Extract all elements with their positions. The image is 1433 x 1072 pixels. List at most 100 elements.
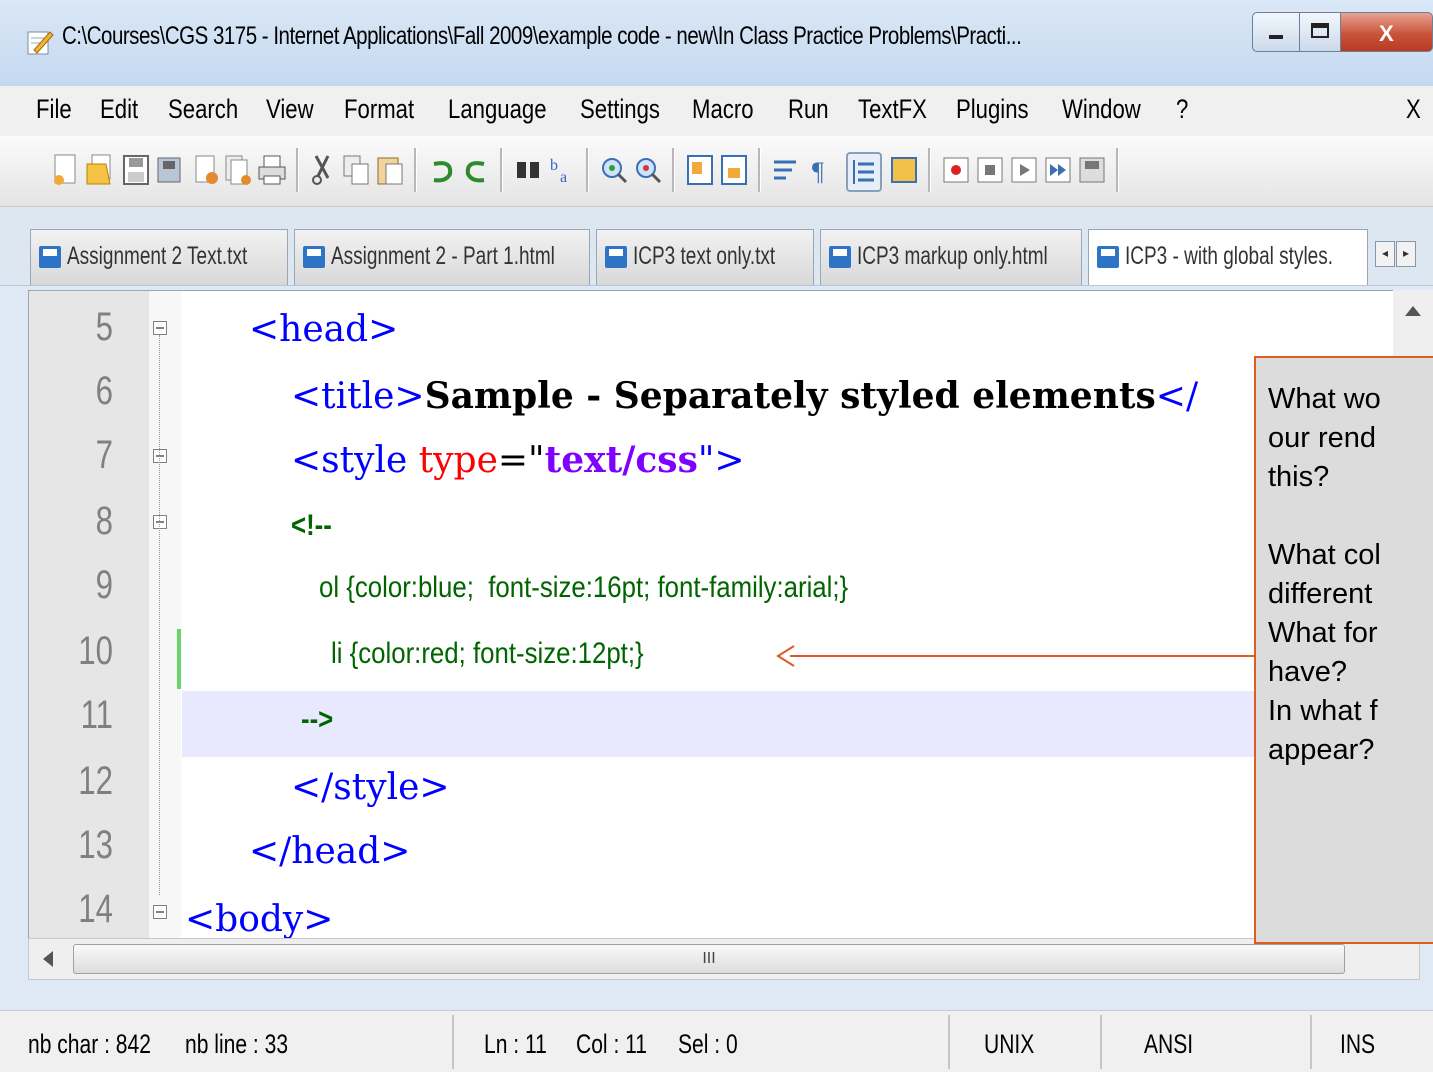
svg-text:X: X xyxy=(1379,21,1394,46)
code-line-10: li {color:red; font-size:12pt;} xyxy=(331,637,644,670)
tab-assignment-2-text[interactable]: Assignment 2 Text.txt xyxy=(30,229,288,285)
tab-scroll-right-button[interactable]: ▸ xyxy=(1396,241,1416,267)
menu-window[interactable]: Window xyxy=(1062,94,1141,125)
show-all-chars-icon[interactable]: ¶ xyxy=(804,152,836,188)
status-insert-mode: INS xyxy=(1340,1029,1376,1059)
arrowhead-icon xyxy=(776,645,795,667)
tab-icp3-markup-only[interactable]: ICP3 markup only.html xyxy=(820,229,1082,285)
file-saved-icon xyxy=(1097,246,1119,268)
fold-toggle-icon[interactable] xyxy=(153,905,167,919)
play-macro-icon[interactable] xyxy=(1008,152,1040,188)
paste-icon[interactable] xyxy=(374,152,406,188)
user-defined-lang-icon[interactable] xyxy=(888,152,920,188)
svg-text:¶: ¶ xyxy=(812,157,824,186)
close-button[interactable]: X xyxy=(1340,12,1433,52)
toolbar: ba ¶ xyxy=(0,136,1433,207)
status-selection: Sel : 0 xyxy=(678,1029,738,1059)
code-line-9: ol {color:blue; font-size:16pt; font-fam… xyxy=(319,571,849,604)
callout-arrow xyxy=(790,655,1256,657)
open-file-icon[interactable] xyxy=(84,152,116,188)
code-line-8: <!-- xyxy=(291,509,332,542)
code-line-11: --> xyxy=(301,703,334,736)
toolbar-separator xyxy=(672,148,675,192)
save-macro-icon[interactable] xyxy=(1076,152,1108,188)
code-editor[interactable]: 5 6 7 8 9 10 11 12 13 14 <head> <title>S… xyxy=(28,290,1420,940)
line-number: 5 xyxy=(95,305,113,349)
toolbar-separator xyxy=(414,148,417,192)
copy-icon[interactable] xyxy=(340,152,372,188)
menu-edit[interactable]: Edit xyxy=(100,94,138,125)
code-line-6: <title>Sample - Separately styled elemen… xyxy=(291,375,1199,417)
tab-assignment-2-part-1[interactable]: Assignment 2 - Part 1.html xyxy=(294,229,590,285)
code-line-7: <style type="text/css"> xyxy=(291,439,745,481)
line-number: 6 xyxy=(95,369,113,413)
tab-icp3-text-only[interactable]: ICP3 text only.txt xyxy=(596,229,814,285)
menu-plugins[interactable]: Plugins xyxy=(956,94,1029,125)
maximize-button[interactable] xyxy=(1299,12,1341,52)
scroll-left-arrow-icon[interactable] xyxy=(37,947,61,971)
toolbar-separator xyxy=(500,148,503,192)
cut-icon[interactable] xyxy=(306,152,338,188)
title-bar[interactable]: C:\Courses\CGS 3175 - Internet Applicati… xyxy=(0,0,1433,87)
status-eol-format: UNIX xyxy=(984,1029,1035,1059)
zoom-out-icon[interactable] xyxy=(632,152,664,188)
menu-settings[interactable]: Settings xyxy=(580,94,660,125)
toolbar-separator xyxy=(296,148,299,192)
scroll-up-arrow-icon[interactable] xyxy=(1393,290,1433,330)
save-all-icon[interactable] xyxy=(154,152,186,188)
close-document-button[interactable]: X xyxy=(1406,94,1421,125)
status-separator xyxy=(452,1015,454,1069)
notepadpp-window: C:\Courses\CGS 3175 - Internet Applicati… xyxy=(0,0,1433,1072)
fold-line xyxy=(159,335,161,895)
line-number: 14 xyxy=(78,887,113,931)
redo-icon[interactable] xyxy=(460,152,492,188)
file-saved-icon xyxy=(605,246,627,268)
menu-language[interactable]: Language xyxy=(448,94,547,125)
code-line-5: <head> xyxy=(249,309,399,350)
tab-icp3-with-global-styles[interactable]: ICP3 - with global styles. xyxy=(1088,229,1368,285)
menu-help[interactable]: ? xyxy=(1176,94,1188,125)
svg-text:a: a xyxy=(560,169,567,186)
line-number: 9 xyxy=(95,563,113,607)
menu-view[interactable]: View xyxy=(266,94,314,125)
menu-file[interactable]: File xyxy=(36,94,72,125)
undo-icon[interactable] xyxy=(426,152,458,188)
sync-vertical-icon[interactable] xyxy=(684,152,716,188)
zoom-in-icon[interactable] xyxy=(598,152,630,188)
callout-text: What wo our rend this? What col differen… xyxy=(1268,383,1381,766)
tab-scroll-left-button[interactable]: ◂ xyxy=(1375,241,1395,267)
menu-bar: File Edit Search View Format Language Se… xyxy=(0,86,1433,137)
word-wrap-icon[interactable] xyxy=(770,152,802,188)
menu-format[interactable]: Format xyxy=(344,94,414,125)
maximize-icon xyxy=(1311,23,1329,38)
close-file-icon[interactable] xyxy=(190,152,222,188)
status-bar: nb char : 842 nb line : 33 Ln : 11 Col :… xyxy=(0,1010,1433,1072)
minimize-button[interactable] xyxy=(1252,12,1300,52)
status-separator xyxy=(1310,1015,1312,1069)
find-icon[interactable] xyxy=(512,152,544,188)
stop-macro-icon[interactable] xyxy=(974,152,1006,188)
fold-toggle-icon[interactable] xyxy=(153,321,167,335)
menu-run[interactable]: Run xyxy=(788,94,829,125)
replace-icon[interactable]: ba xyxy=(546,152,578,188)
new-file-icon[interactable] xyxy=(50,152,82,188)
menu-search[interactable]: Search xyxy=(168,94,238,125)
close-all-icon[interactable] xyxy=(222,152,254,188)
menu-textfx[interactable]: TextFX xyxy=(858,94,927,125)
notepad-app-icon xyxy=(27,31,54,55)
change-marker xyxy=(177,629,181,689)
toolbar-separator xyxy=(928,148,931,192)
run-macro-multiple-icon[interactable] xyxy=(1042,152,1074,188)
horizontal-scroll-thumb[interactable]: III xyxy=(73,944,1345,974)
indent-guide-icon[interactable] xyxy=(846,152,882,192)
record-macro-icon[interactable] xyxy=(940,152,972,188)
line-number: 12 xyxy=(78,759,113,803)
code-line-14: <body> xyxy=(185,899,334,940)
print-icon[interactable] xyxy=(256,152,288,188)
horizontal-scrollbar[interactable]: III xyxy=(28,938,1420,980)
menu-macro[interactable]: Macro xyxy=(692,94,754,125)
sync-horizontal-icon[interactable] xyxy=(718,152,750,188)
line-number: 7 xyxy=(95,433,113,477)
save-icon[interactable] xyxy=(120,152,152,188)
file-saved-icon xyxy=(303,246,325,268)
